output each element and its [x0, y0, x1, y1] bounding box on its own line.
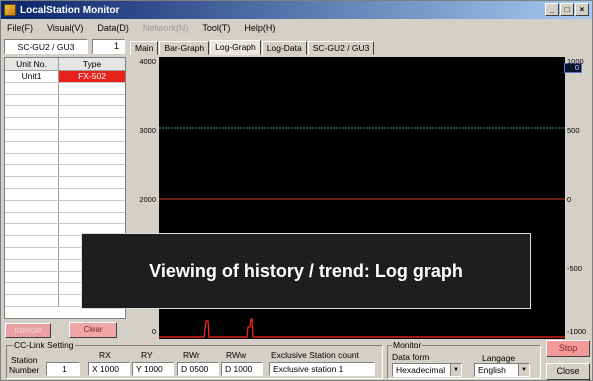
empty-table-row — [5, 177, 125, 189]
chevron-down-icon[interactable]: ▼ — [450, 364, 461, 376]
data-form-select[interactable]: Hexadecimal ▼ — [392, 363, 462, 377]
language-select[interactable]: English ▼ — [474, 363, 530, 377]
station-number-field[interactable]: 1 — [46, 362, 80, 376]
language-value: English — [478, 365, 506, 375]
rx-label: RX — [99, 350, 111, 360]
empty-table-row — [5, 106, 125, 119]
caption-banner: Viewing of history / trend: Log graph — [81, 233, 531, 309]
menu-bar: File(F) Visual(V) Data(D) Network(N) Too… — [1, 20, 592, 36]
error-button[interactable]: ERROR — [5, 323, 51, 338]
cell-unit-no: Unit1 — [5, 71, 59, 82]
right-axis-label-500: 500 — [567, 126, 580, 135]
menu-help[interactable]: Help(H) — [244, 23, 275, 33]
empty-table-row — [5, 129, 125, 142]
tab-main[interactable]: Main — [130, 41, 159, 55]
data-form-value: Hexadecimal — [396, 365, 446, 375]
menu-file[interactable]: File(F) — [7, 23, 33, 33]
station-label-1: Station — [11, 355, 38, 365]
empty-table-row — [5, 82, 125, 95]
close-icon[interactable]: × — [575, 3, 589, 16]
rww-label: RWw — [226, 350, 247, 360]
station-label-2: Number — [9, 365, 40, 375]
right-axis-label-0: 0 — [567, 195, 572, 204]
tab-log-graph[interactable]: Log-Graph — [210, 40, 261, 55]
chevron-down-icon[interactable]: ▼ — [518, 364, 529, 376]
clear-button[interactable]: Clear — [69, 322, 117, 338]
menu-tool[interactable]: Tool(T) — [202, 23, 230, 33]
cc-link-title: CC-Link Setting — [13, 340, 75, 350]
rww-field[interactable]: D 1000 — [221, 362, 263, 376]
exclusive-station-field[interactable]: Exclusive station 1 — [269, 362, 375, 376]
cell-type: FX-502 — [59, 71, 125, 82]
right-axis-label-1000: 1000 — [567, 57, 584, 66]
rwr-label: RWr — [183, 350, 200, 360]
header-unit-no: Unit No. — [5, 58, 59, 70]
rwr-field[interactable]: D 0500 — [177, 362, 219, 376]
bottom-panel: CC-Link Setting Station Number 1 RX X 10… — [1, 340, 592, 381]
left-axis-label-2000: 2000 — [139, 195, 156, 204]
app-window: LocalStation Monitor _ □ × File(F) Visua… — [0, 0, 593, 381]
right-axis-label-neg500: -500 — [567, 264, 583, 273]
app-icon — [4, 4, 16, 16]
ry-label: RY — [141, 350, 153, 360]
language-label: Langage — [482, 353, 516, 363]
unit-type-selector[interactable]: SC-GU2 / GU3 — [4, 39, 88, 54]
unit-number-field[interactable]: 1 — [92, 39, 125, 54]
empty-table-row — [5, 118, 125, 130]
trend-trace — [159, 318, 565, 338]
empty-table-row — [5, 165, 125, 178]
tab-sc-gu[interactable]: SC-GU2 / GU3 — [307, 41, 375, 55]
empty-table-row — [5, 141, 125, 154]
window-title: LocalStation Monitor — [20, 4, 120, 16]
empty-table-row — [5, 188, 125, 201]
maximize-icon[interactable]: □ — [560, 3, 574, 16]
header-type: Type — [82, 59, 102, 69]
table-header: Unit No. Type — [5, 58, 125, 71]
rx-field[interactable]: X 1000 — [88, 362, 130, 376]
left-axis-label-4000: 4000 — [139, 57, 156, 66]
title-bar: LocalStation Monitor _ □ × — [1, 1, 592, 19]
menu-network[interactable]: Network(N) — [143, 23, 189, 33]
monitor-title: Monitor — [392, 340, 423, 350]
tab-bar-graph[interactable]: Bar-Graph — [159, 41, 210, 55]
close-button[interactable]: Close — [546, 363, 590, 380]
window-controls: _ □ × — [545, 3, 589, 16]
empty-table-row — [5, 200, 125, 213]
stop-button[interactable]: Stop — [546, 340, 590, 357]
left-axis-label-0: 0 — [151, 327, 156, 336]
right-axis-label-neg1000: -1000 — [567, 327, 587, 336]
monitor-group: Monitor Data form Hexadecimal ▼ Langage … — [387, 340, 541, 379]
data-form-label: Data form — [392, 352, 430, 362]
empty-table-row — [5, 153, 125, 166]
tab-bar: Main Bar-Graph Log-Graph Log-Data SC-GU2… — [130, 40, 375, 55]
table-row[interactable]: Unit1 FX-502 — [5, 71, 125, 83]
minimize-icon[interactable]: _ — [545, 3, 559, 16]
menu-visual[interactable]: Visual(V) — [47, 23, 83, 33]
empty-table-row — [5, 94, 125, 107]
cc-link-group: CC-Link Setting Station Number 1 RX X 10… — [6, 340, 383, 379]
menu-data[interactable]: Data(D) — [97, 23, 129, 33]
exclusive-station-label: Exclusive Station count — [271, 350, 359, 360]
left-axis-label-3000: 3000 — [139, 126, 156, 135]
empty-table-row — [5, 212, 125, 225]
ry-field[interactable]: Y 1000 — [132, 362, 174, 376]
tab-log-data[interactable]: Log-Data — [261, 41, 307, 55]
